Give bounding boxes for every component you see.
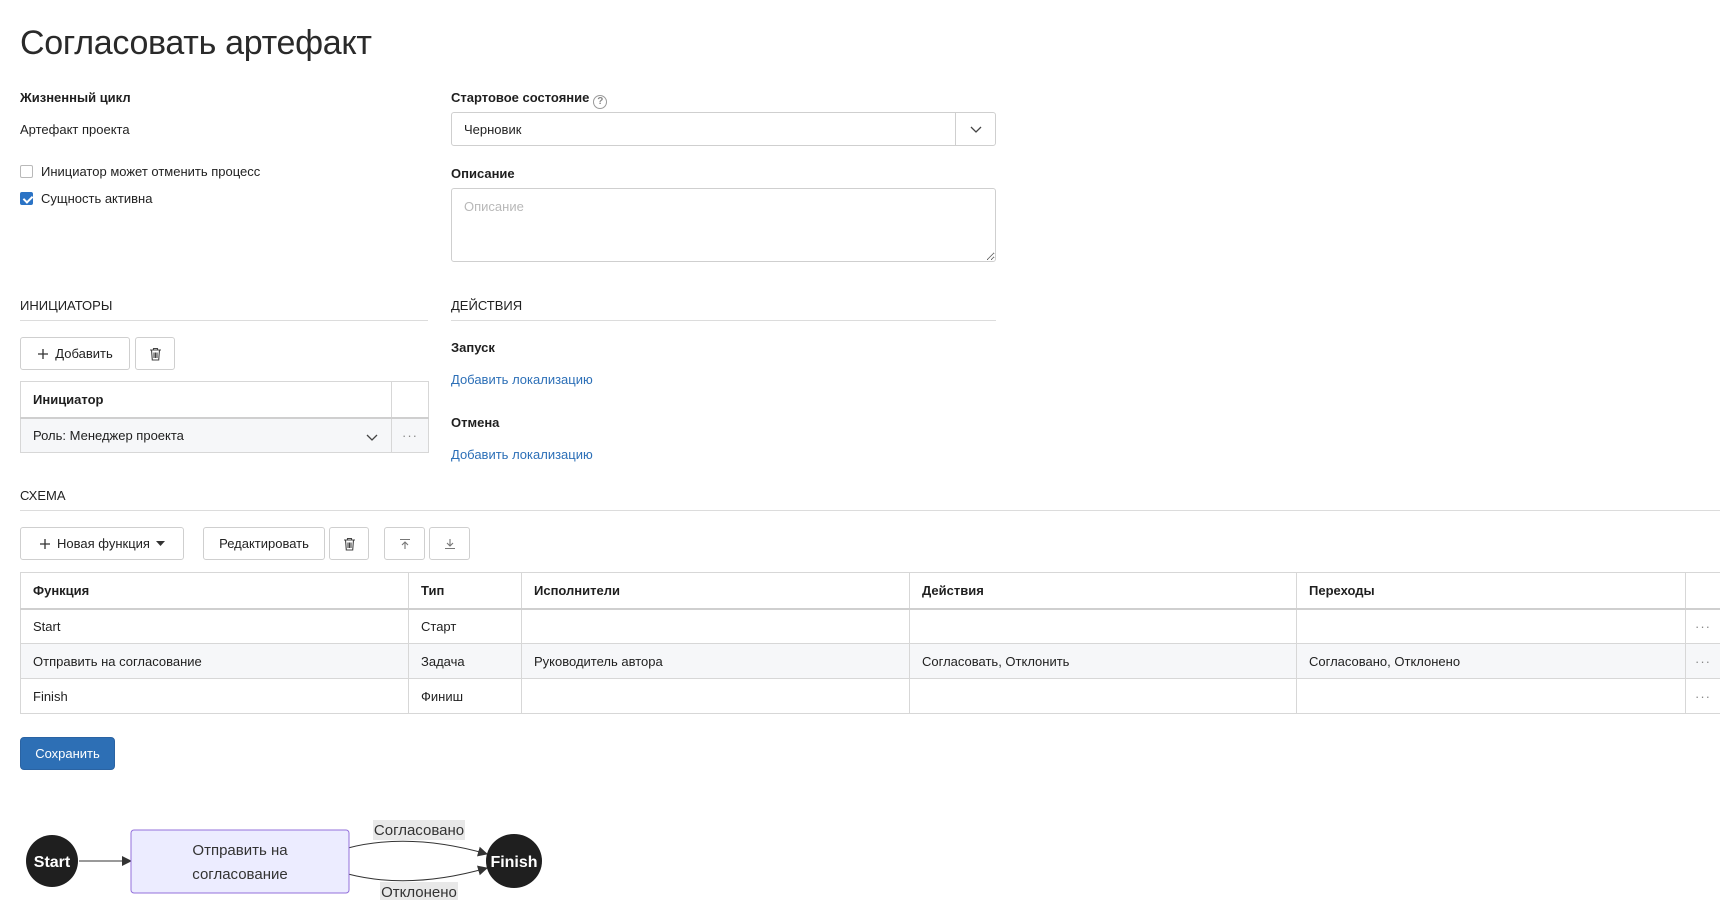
start-node-label: Start xyxy=(34,854,71,871)
cell-function: Finish xyxy=(20,678,409,714)
lifecycle-label: Жизненный цикл xyxy=(20,90,131,105)
column-performers: Исполнители xyxy=(521,572,910,609)
trash-icon xyxy=(343,537,355,551)
caret-down-icon xyxy=(155,540,165,546)
actions-header: ДЕЙСТВИЯ xyxy=(451,298,523,313)
task-node-label-line1: Отправить на xyxy=(192,842,288,859)
add-initiator-label: Добавить xyxy=(55,346,113,361)
row-menu-icon[interactable]: ··· xyxy=(1685,643,1720,679)
table-row[interactable]: Finish Финиш ··· xyxy=(20,678,1720,714)
initiators-table: Инициатор Роль: Менеджер проекта ··· xyxy=(20,381,429,453)
edge-label-rejected: Отклонено xyxy=(381,884,457,900)
initiator-column-empty xyxy=(391,381,429,418)
move-top-icon xyxy=(399,538,410,549)
cell-transitions xyxy=(1296,608,1686,644)
lifecycle-value: Артефакт проекта xyxy=(20,122,130,137)
schema-table: Функция Тип Исполнители Действия Переход… xyxy=(20,572,1720,714)
entity-active-option[interactable]: Сущность активна xyxy=(20,191,152,206)
cell-actions xyxy=(909,678,1297,714)
workflow-diagram: Согласовано Отклонено Start Отправить на… xyxy=(26,820,542,900)
cell-performers: Руководитель автора xyxy=(521,643,910,679)
cell-function: Start xyxy=(20,608,409,644)
cancel-label: Отмена xyxy=(451,415,500,430)
table-row[interactable]: Роль: Менеджер проекта ··· xyxy=(20,417,429,453)
actions-divider xyxy=(451,320,996,321)
chevron-down-icon[interactable] xyxy=(365,430,379,444)
task-node[interactable] xyxy=(130,829,350,894)
launch-add-localization-link[interactable]: Добавить локализацию xyxy=(451,372,593,387)
cell-function: Отправить на согласование xyxy=(20,643,409,679)
cell-actions xyxy=(909,608,1297,644)
plus-icon xyxy=(38,348,49,359)
cell-type: Финиш xyxy=(408,678,522,714)
edge-rejected xyxy=(347,865,488,882)
column-actions: Действия xyxy=(909,572,1297,609)
column-transitions: Переходы xyxy=(1296,572,1686,609)
finish-node-label: Finish xyxy=(490,854,537,871)
initiator-can-cancel-checkbox[interactable] xyxy=(20,165,33,178)
initiators-divider xyxy=(20,320,428,321)
edit-button[interactable]: Редактировать xyxy=(203,527,325,560)
initiator-value: Роль: Менеджер проекта xyxy=(33,427,184,443)
cell-performers xyxy=(521,608,910,644)
table-row[interactable]: Отправить на согласование Задача Руковод… xyxy=(20,643,1720,679)
initiators-header: ИНИЦИАТОРЫ xyxy=(20,298,113,313)
column-menu xyxy=(1685,572,1720,609)
task-node-label-line2: согласование xyxy=(192,866,287,883)
schema-header: СХЕМА xyxy=(20,488,66,503)
new-function-label: Новая функция xyxy=(57,536,150,551)
start-state-select[interactable]: Черновик xyxy=(451,112,996,146)
initiator-can-cancel-option[interactable]: Инициатор может отменить процесс xyxy=(20,164,260,179)
start-state-label-text: Стартовое состояние xyxy=(451,90,590,105)
description-label: Описание xyxy=(451,166,515,181)
add-initiator-button[interactable]: Добавить xyxy=(20,337,130,370)
cell-type: Старт xyxy=(408,608,522,644)
row-menu-icon[interactable]: ··· xyxy=(1685,678,1720,714)
help-icon[interactable]: ? xyxy=(593,94,608,109)
column-function: Функция xyxy=(20,572,409,609)
edit-label: Редактировать xyxy=(219,536,309,551)
cell-actions: Согласовать, Отклонить xyxy=(909,643,1297,679)
description-field[interactable] xyxy=(451,188,996,262)
initiator-column-header: Инициатор xyxy=(20,381,392,418)
cell-type: Задача xyxy=(408,643,522,679)
trash-icon xyxy=(149,347,161,361)
edge-approved xyxy=(347,840,488,857)
cancel-add-localization-link[interactable]: Добавить локализацию xyxy=(451,447,593,462)
new-function-button[interactable]: Новая функция xyxy=(20,527,184,560)
cell-transitions xyxy=(1296,678,1686,714)
chevron-down-icon[interactable] xyxy=(955,113,995,145)
row-menu-icon[interactable]: ··· xyxy=(1685,608,1720,644)
cell-performers xyxy=(521,678,910,714)
start-state-value: Черновик xyxy=(464,122,522,137)
initiator-select[interactable]: Роль: Менеджер проекта xyxy=(20,417,392,453)
cell-transitions: Согласовано, Отклонено xyxy=(1296,643,1686,679)
delete-initiator-button[interactable] xyxy=(135,337,175,370)
row-menu-icon[interactable]: ··· xyxy=(391,417,429,453)
page-title: Согласовать артефакт xyxy=(20,24,372,62)
column-type: Тип xyxy=(408,572,522,609)
move-down-button[interactable] xyxy=(429,527,470,560)
entity-active-checkbox[interactable] xyxy=(20,192,33,205)
start-state-label: Стартовое состояние? xyxy=(451,90,608,109)
entity-active-label: Сущность активна xyxy=(41,191,153,206)
move-bottom-icon xyxy=(444,538,455,549)
launch-label: Запуск xyxy=(451,340,495,355)
schema-divider xyxy=(20,510,1720,511)
save-button[interactable]: Сохранить xyxy=(20,737,115,770)
table-row[interactable]: Start Старт ··· xyxy=(20,608,1720,644)
edge-label-approved: Согласовано xyxy=(374,822,464,839)
plus-icon xyxy=(40,538,51,549)
move-up-button[interactable] xyxy=(384,527,425,560)
delete-function-button[interactable] xyxy=(329,527,369,560)
initiator-can-cancel-label: Инициатор может отменить процесс xyxy=(41,164,261,179)
